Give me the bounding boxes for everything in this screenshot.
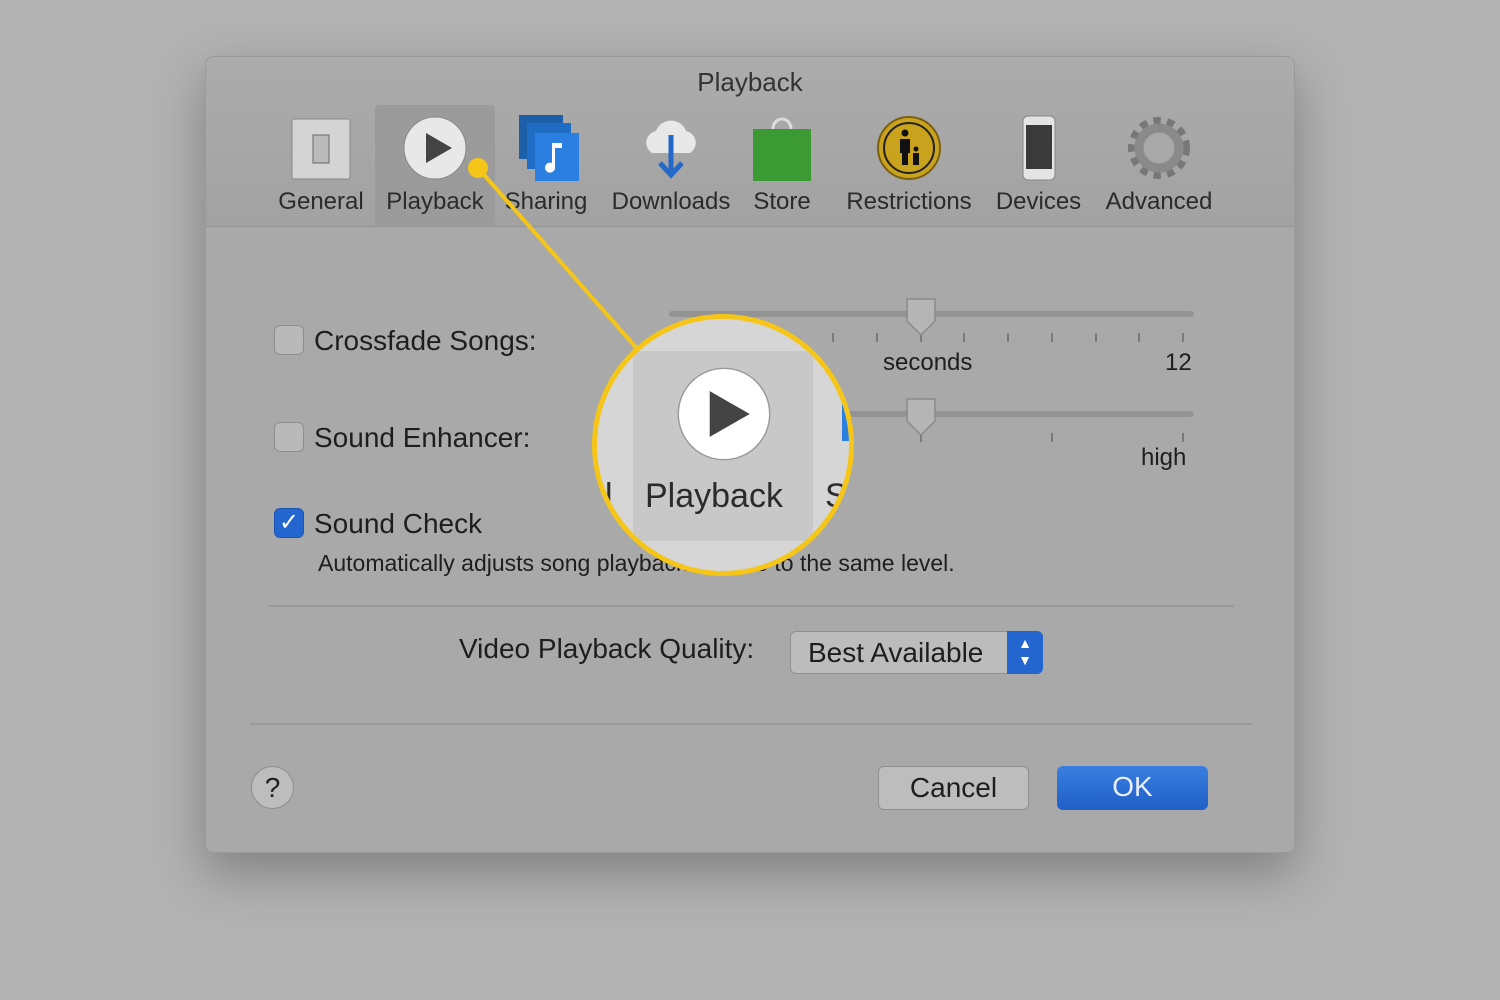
play-icon	[677, 367, 771, 461]
magnified-fragment: S	[825, 477, 848, 515]
callout-dot	[468, 158, 488, 178]
magnifier: Playback l S	[592, 314, 854, 576]
magnified-fragment: l	[605, 477, 613, 515]
magnified-label: Playback	[645, 477, 783, 515]
